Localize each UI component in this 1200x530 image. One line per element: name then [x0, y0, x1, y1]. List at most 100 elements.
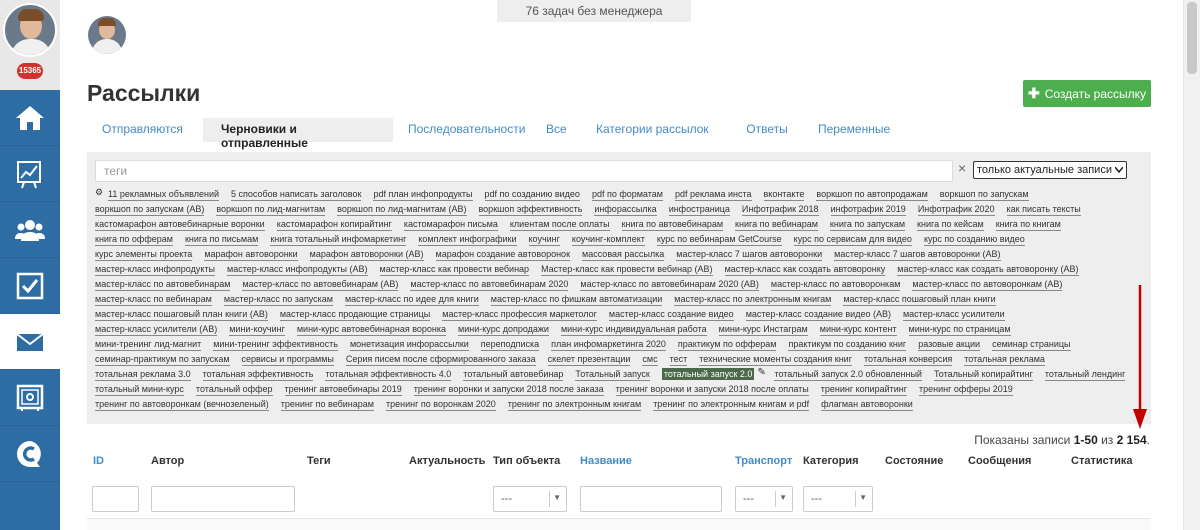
table-row[interactable]: [87, 518, 1151, 530]
transport-filter-select[interactable]: --- ▼: [735, 486, 793, 512]
tag-link[interactable]: pdf по созданию видео: [484, 188, 580, 201]
tag-link[interactable]: мастер-класс как провести вебинар: [379, 263, 530, 276]
tag-link[interactable]: Инфотрафик 2018: [741, 203, 819, 216]
tag-link[interactable]: скелет презентации: [547, 353, 631, 366]
tag-link[interactable]: Тотальный запуск: [575, 368, 650, 381]
tag-link[interactable]: Тотальный копирайтинг: [933, 368, 1033, 381]
tag-link[interactable]: pdf реклама инста: [674, 188, 752, 201]
tag-link[interactable]: тотальный запуск 2.0 обновленный: [774, 368, 922, 381]
gear-icon[interactable]: ⚙: [95, 187, 103, 198]
object-type-filter-select[interactable]: --- ▼: [493, 486, 567, 512]
tag-link[interactable]: тотальный оффер: [195, 383, 273, 396]
column-name[interactable]: Название: [580, 455, 632, 467]
sidebar-item-stats[interactable]: [0, 146, 60, 202]
tab-sequences[interactable]: Последовательности: [393, 118, 531, 142]
tag-link[interactable]: тотальный автовебинар: [463, 368, 564, 381]
tag-link[interactable]: мастер-класс по фишкам автоматизации: [490, 293, 663, 306]
tag-link[interactable]: книга по вебинарам: [735, 218, 818, 231]
edit-tag-icon[interactable]: ✎: [757, 367, 765, 378]
tag-link[interactable]: инфотрафик 2019: [830, 203, 906, 216]
tab-all[interactable]: Все: [531, 118, 581, 142]
tag-link[interactable]: тренинг по воронкам 2020: [386, 398, 496, 411]
tag-link[interactable]: курс элементы проекта: [95, 248, 193, 261]
tag-link[interactable]: мастер-класс инфопродукты (АВ): [227, 263, 368, 276]
tag-link[interactable]: воркшоп эффективность: [478, 203, 583, 216]
tag-link[interactable]: воркшоп по лид-магнитам (АВ): [337, 203, 467, 216]
user-avatar[interactable]: [88, 16, 126, 54]
sidebar-item-home[interactable]: [0, 90, 60, 146]
tag-link[interactable]: план инфомаркетинга 2020: [551, 338, 666, 351]
tag-link[interactable]: тренинг по вебинарам: [280, 398, 374, 411]
tag-link[interactable]: воркшоп по лид-магнитам: [216, 203, 326, 216]
tab-sending[interactable]: Отправляются: [87, 118, 203, 142]
tag-link[interactable]: тренинг воронки и запуски 2018 после опл…: [615, 383, 809, 396]
tag-link[interactable]: тотальная конверсия: [863, 353, 953, 366]
tag-link[interactable]: клиентам после оплаты: [509, 218, 610, 231]
tag-link[interactable]: мини-курс индивидуальная работа: [560, 323, 707, 336]
tag-link[interactable]: семинар страницы: [992, 338, 1071, 351]
tag-link[interactable]: Инфотрафик 2020: [917, 203, 995, 216]
managerless-tasks-notice[interactable]: 76 задач без менеджера: [497, 0, 691, 22]
scrollbar-thumb[interactable]: [1187, 2, 1197, 74]
tag-link[interactable]: тотальный мини-курс: [95, 383, 184, 396]
tag-link[interactable]: коучинг-комплект: [571, 233, 645, 246]
tag-link[interactable]: как писать тексты: [1006, 203, 1081, 216]
tag-link[interactable]: мини-коучинг: [229, 323, 285, 336]
tag-link[interactable]: мини-тренинг эффективность: [213, 338, 338, 351]
profile-avatar[interactable]: [3, 3, 57, 57]
tag-link[interactable]: мастер-класс по автоворонкам (АВ): [912, 278, 1063, 291]
tag-link[interactable]: книга по письмам: [184, 233, 259, 246]
tag-link[interactable]: книга по кейсам: [917, 218, 984, 231]
tag-link[interactable]: мастер-класс инфопродукты: [95, 263, 215, 276]
create-mailing-button[interactable]: ✚ Создать рассылку: [1023, 80, 1151, 107]
tag-link[interactable]: мастер-класс по автовебинарам: [95, 278, 231, 291]
tag-link[interactable]: коучинг: [528, 233, 560, 246]
tag-link[interactable]: мини-курс по страницам: [908, 323, 1011, 336]
tag-link[interactable]: тотальная реклама 3.0: [95, 368, 191, 381]
tag-link[interactable]: массовая рассылка: [582, 248, 665, 261]
tag-link[interactable]: мастер-класс по вебинарам: [95, 293, 212, 306]
tag-link[interactable]: курс по вебинарам GetCourse: [656, 233, 782, 246]
tag-link[interactable]: мастер-класс 7 шагов автоворонки (АВ): [834, 248, 1001, 261]
tag-link[interactable]: 5 способов написать заголовок: [231, 188, 362, 201]
tag-link[interactable]: практикум по созданию книг: [788, 338, 907, 351]
tag-link[interactable]: тотальный лендинг: [1044, 368, 1126, 381]
tag-link[interactable]: мастер-класс по автовебинарам (АВ): [242, 278, 399, 291]
tag-link[interactable]: Серия писем после сформированного заказа: [345, 353, 536, 366]
tag-link[interactable]: мастер-класс по идее для книги: [344, 293, 479, 306]
tag-link[interactable]: тотальная эффективность: [202, 368, 314, 381]
tag-link[interactable]: мастер-класс усилители (АВ): [95, 323, 218, 336]
tag-link[interactable]: кастомарафон копирайтинг: [276, 218, 392, 231]
tag-link[interactable]: тотальная реклама: [964, 353, 1045, 366]
tag-link[interactable]: 11 рекламных объявлений: [108, 188, 219, 201]
tag-link-selected[interactable]: тотальный запуск 2.0: [661, 368, 755, 380]
tag-link[interactable]: курс по созданию видео: [923, 233, 1025, 246]
tag-link[interactable]: семинар-практикум по запускам: [95, 353, 230, 366]
tab-variables[interactable]: Переменные: [803, 118, 903, 142]
tag-link[interactable]: комплект инфографики: [418, 233, 517, 246]
tag-link[interactable]: мастер-класс создание видео (АВ): [745, 308, 891, 321]
tag-link[interactable]: книга тотальный инфомаркетинг: [270, 233, 407, 246]
tag-link[interactable]: марафон создание автоворонок: [435, 248, 571, 261]
tag-link[interactable]: мастер-класс профессия маркетолог: [442, 308, 597, 321]
sidebar-item-chat[interactable]: [0, 426, 60, 482]
tag-link[interactable]: книга по книгам: [995, 218, 1061, 231]
tag-link[interactable]: монетизация инфорассылки: [349, 338, 469, 351]
page-scrollbar[interactable]: [1183, 0, 1200, 530]
tag-link[interactable]: мини-курс автовебинарная воронка: [296, 323, 447, 336]
actuality-select[interactable]: только актуальные записи: [973, 161, 1127, 179]
tag-link[interactable]: вконтакте: [763, 188, 805, 201]
tag-link[interactable]: переподписка: [480, 338, 540, 351]
tag-link[interactable]: разовые акции: [918, 338, 981, 351]
clear-tags-icon[interactable]: ×: [958, 160, 966, 176]
tab-categories[interactable]: Категории рассылок: [581, 118, 731, 142]
sidebar-item-safe[interactable]: [0, 370, 60, 426]
tag-link[interactable]: мастер-класс по электронным книгам: [674, 293, 832, 306]
tag-link[interactable]: мастер-класс по автовебинарам 2020: [410, 278, 569, 291]
tag-link[interactable]: воркшоп по запускам (АВ): [95, 203, 205, 216]
tag-link[interactable]: тренинг воронки и запуски 2018 после зак…: [413, 383, 604, 396]
tag-link[interactable]: воркшоп по запускам: [939, 188, 1029, 201]
tag-link[interactable]: тренинг копирайтинг: [820, 383, 908, 396]
tag-link[interactable]: мини-курс Инстаграм: [718, 323, 808, 336]
tag-link[interactable]: мастер-класс как создать автоворонку: [724, 263, 886, 276]
